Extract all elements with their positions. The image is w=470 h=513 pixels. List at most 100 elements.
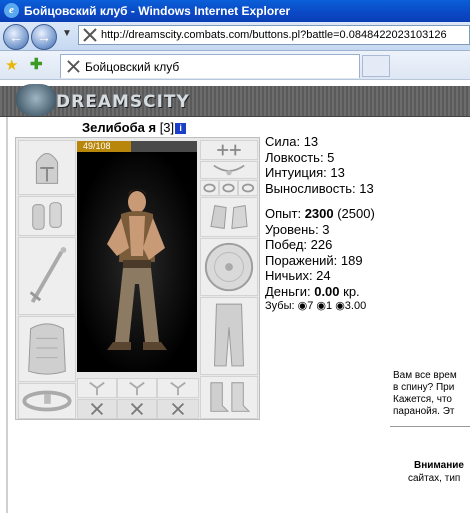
tooth-icon: ◉ [297, 300, 308, 312]
exp-label: Опыт: [265, 206, 305, 221]
stat-strength: Сила: 13 [265, 134, 319, 149]
leggings-slot[interactable] [200, 297, 258, 375]
money-unit: кр. [339, 283, 360, 299]
amulet-slot[interactable] [200, 161, 258, 179]
hp-bar: 49/108 [77, 141, 197, 152]
warning-text: сайтах, тип [408, 473, 461, 484]
tab-favicon-icon [67, 60, 80, 73]
earrings-icon [217, 144, 241, 156]
boots-icon [210, 382, 251, 412]
spell-slot-2[interactable] [117, 399, 157, 419]
rune-icon [89, 381, 105, 396]
character-portrait[interactable] [77, 152, 197, 372]
ring-slot-1[interactable] [200, 180, 219, 196]
armor-slot[interactable] [18, 316, 76, 382]
stat-losses: Поражений: 189 [265, 252, 363, 268]
money-value: 0.00 [314, 283, 340, 299]
cross-icon [90, 402, 104, 416]
rune-slot-3[interactable] [157, 378, 199, 398]
warning-title: Внимание [414, 460, 464, 471]
leggings-icon [214, 303, 244, 367]
game-banner: DREAMSCITY [0, 84, 470, 117]
money-label: Деньги: [265, 283, 315, 299]
ie-icon: e [4, 3, 19, 18]
address-bar[interactable]: http://dreamscity.combats.com/buttons.pl… [78, 25, 470, 45]
hp-text: 49/108 [83, 141, 111, 151]
cross-icon [171, 402, 185, 416]
favorites-bar: ★ ✚ Бойцовский клуб [0, 51, 470, 80]
address-url: http://dreamscity.combats.com/buttons.pl… [101, 29, 447, 41]
forward-button[interactable]: → [31, 24, 57, 50]
forward-icon: → [37, 29, 51, 45]
stat-wins: Побед: 226 [265, 237, 333, 252]
message-line: Кажется, что [393, 394, 452, 405]
gloves-slot[interactable] [200, 197, 258, 237]
exp-value: 2300 [304, 206, 334, 221]
rune-icon [129, 381, 145, 396]
tooth-icon: ◉ [335, 300, 345, 312]
rune-slot-2[interactable] [117, 378, 157, 398]
back-button[interactable]: ← [3, 24, 29, 50]
ring-slot-2[interactable] [219, 180, 238, 196]
shield-icon [204, 242, 254, 292]
ring-icon [203, 183, 216, 193]
teeth-c: 3.00 [344, 300, 367, 312]
teeth-b: 1 [326, 300, 333, 312]
bracers-slot[interactable] [18, 196, 76, 236]
teeth-label: Зубы: [265, 300, 298, 312]
earrings-slot[interactable] [200, 140, 258, 160]
navigation-bar: ← → ▼ http://dreamscity.combats.com/butt… [0, 22, 470, 51]
info-icon[interactable]: i [175, 123, 187, 134]
belt-slot[interactable] [18, 383, 76, 419]
skull-emblem-icon [16, 84, 56, 116]
shield-slot[interactable] [200, 238, 258, 296]
favorites-star-icon[interactable]: ★ [5, 56, 18, 74]
helmet-slot[interactable] [18, 140, 76, 195]
history-dropdown-icon[interactable]: ▼ [62, 28, 72, 39]
back-icon: ← [9, 29, 23, 45]
stat-endurance: Выносливость: 13 [265, 180, 374, 196]
ring-icon [241, 183, 255, 193]
window-title: Бойцовский клуб - Windows Internet Explo… [24, 4, 291, 18]
exp-next: (2500) [333, 206, 375, 221]
new-tab-button[interactable] [362, 55, 390, 77]
bracers-icon [32, 202, 62, 230]
teeth-a: 7 [307, 300, 314, 312]
divider [390, 426, 470, 427]
spell-slot-1[interactable] [77, 399, 117, 419]
ring-slot-3[interactable] [238, 180, 258, 196]
tooth-icon: ◉ [316, 300, 326, 312]
side-message: Вам все врем в спину? При Кажется, что п… [393, 370, 470, 418]
dreamscity-logo: DREAMSCITY [56, 92, 190, 112]
character-level: [3] [159, 120, 175, 135]
browser-tab[interactable]: Бойцовский клуб [60, 54, 360, 78]
rune-icon [170, 381, 186, 396]
site-favicon-icon [83, 28, 97, 42]
character-stats: Сила: 13 Ловкость: 5 Интуиция: 13 Выносл… [265, 134, 375, 315]
tab-label: Бойцовский клуб [85, 60, 180, 74]
message-line: в спину? При [393, 382, 455, 393]
stat-agility: Ловкость: 5 [265, 149, 335, 165]
spell-slot-3[interactable] [157, 399, 199, 419]
stat-draws: Ничьих: 24 [265, 268, 331, 283]
character-name: Зелибоба я [3] i [82, 120, 187, 135]
helmet-icon [35, 153, 59, 184]
ring-icon [222, 183, 235, 193]
add-favorites-icon[interactable]: ✚ [30, 55, 43, 73]
armor-icon [28, 323, 66, 375]
message-line: Вам все врем [393, 370, 457, 381]
sword-icon [29, 247, 67, 304]
amulet-icon [213, 164, 245, 176]
character-nick: Зелибоба я [82, 120, 157, 135]
boots-slot[interactable] [200, 376, 258, 419]
message-line: паранойя. Эт [393, 406, 455, 417]
stat-experience: Опыт: 2300 (2500) [265, 206, 375, 222]
rune-slot-1[interactable] [77, 378, 117, 398]
stat-level: Уровень: 3 [265, 221, 330, 237]
stat-teeth: Зубы: ◉7 ◉1 ◉3.00 [265, 299, 375, 315]
belt-icon [22, 390, 72, 412]
fighter-figure-icon [107, 189, 167, 350]
gloves-icon [210, 205, 248, 229]
cross-icon [130, 402, 144, 416]
weapon-slot[interactable] [18, 237, 76, 315]
